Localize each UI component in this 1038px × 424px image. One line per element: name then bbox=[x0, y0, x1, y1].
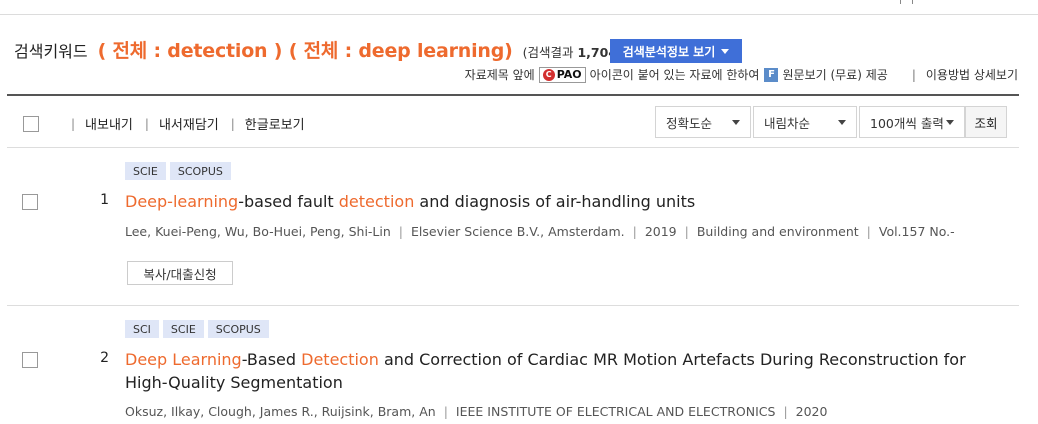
per-page-select[interactable]: 100개씩 출력 bbox=[859, 106, 965, 138]
view-korean-link[interactable]: 한글로보기 bbox=[245, 114, 305, 133]
index-badge: SCIE bbox=[125, 162, 166, 180]
notice-separator: | bbox=[911, 67, 916, 82]
result-authors: Lee, Kuei-Peng, Wu, Bo-Huei, Peng, Shi-L… bbox=[125, 224, 391, 239]
divider: | bbox=[783, 404, 788, 419]
pao-badge: C PAO bbox=[538, 66, 586, 83]
title-highlight: detection bbox=[338, 192, 415, 211]
per-page-value: 100개씩 출력 bbox=[870, 115, 944, 131]
divider: | bbox=[866, 224, 871, 239]
search-analysis-label: 검색분석정보 보기 bbox=[622, 44, 716, 59]
search-analysis-button[interactable]: 검색분석정보 보기 bbox=[610, 39, 742, 63]
sort-order-select[interactable]: 내림차순 bbox=[753, 106, 857, 138]
result-number: 1 bbox=[100, 192, 109, 208]
top-divider-mark bbox=[912, 0, 913, 4]
divider: | bbox=[443, 404, 448, 419]
caret-down-icon bbox=[721, 48, 730, 54]
title-highlight: Deep Learning bbox=[125, 350, 242, 369]
search-keyword-label: 검색키워드 bbox=[14, 42, 88, 61]
sort-order-value: 내림차순 bbox=[764, 115, 811, 131]
result-checkbox[interactable] bbox=[22, 194, 38, 210]
divider: | bbox=[632, 224, 637, 239]
result-title-link[interactable]: Deep Learning-Based Detection and Correc… bbox=[125, 348, 975, 394]
export-link[interactable]: 내보내기 bbox=[85, 114, 133, 133]
toolbar-actions: | 내보내기 | 내서재담기 | 한글로보기 bbox=[59, 114, 305, 134]
pao-notice: 자료제목 앞에 C PAO 아이콘이 붙어 있는 자료에 한하여 F 원문보기 (… bbox=[465, 66, 1018, 83]
free-fulltext-icon: F bbox=[764, 67, 779, 82]
title-text: -Based bbox=[241, 350, 302, 369]
divider: | bbox=[684, 224, 689, 239]
result-volume: Vol.157 No.- bbox=[878, 224, 955, 239]
chevron-down-icon bbox=[838, 120, 846, 125]
result-toolbar: | 내보내기 | 내서재담기 | 한글로보기 정확도순 내림차순 100개씩 출… bbox=[7, 94, 1019, 148]
search-button[interactable]: 조회 bbox=[965, 106, 1007, 138]
divider: | bbox=[144, 116, 149, 131]
divider: | bbox=[398, 224, 404, 239]
result-badges: SCIE SCOPUS bbox=[125, 162, 231, 180]
select-all-checkbox[interactable] bbox=[23, 116, 39, 132]
notice-prefix: 자료제목 앞에 bbox=[464, 68, 535, 82]
copy-loan-request-button[interactable]: 복사/대출신청 bbox=[127, 261, 233, 285]
result-meta: Oksuz, Ilkay, Clough, James R., Ruijsink… bbox=[125, 404, 827, 419]
result-year: 2019 bbox=[644, 224, 677, 239]
pao-logo-icon: C bbox=[542, 68, 555, 81]
index-badge: SCI bbox=[125, 320, 159, 338]
result-title-link[interactable]: Deep-learning-based fault detection and … bbox=[125, 190, 985, 213]
result-publisher: Elsevier Science B.V., Amsterdam. bbox=[411, 224, 625, 239]
index-badge: SCOPUS bbox=[207, 320, 269, 338]
result-meta: Lee, Kuei-Peng, Wu, Bo-Huei, Peng, Shi-L… bbox=[125, 224, 955, 239]
result-journal: Building and environment bbox=[696, 224, 859, 239]
pao-label: PAO bbox=[556, 68, 582, 81]
result-item: SCIE SCOPUS 1 Deep-learning-based fault … bbox=[7, 148, 1019, 306]
search-keyword-row: 검색키워드 ( 전체 : detection ) ( 전체 : deep lea… bbox=[14, 36, 637, 63]
result-checkbox[interactable] bbox=[22, 352, 38, 368]
index-badge: SCOPUS bbox=[169, 162, 231, 180]
title-text: and diagnosis of air-handling units bbox=[414, 192, 696, 211]
result-badges: SCI SCIE SCOPUS bbox=[125, 320, 269, 338]
notice-suffix: 원문보기 (무료) 제공 bbox=[782, 68, 888, 82]
sort-by-value: 정확도순 bbox=[666, 115, 713, 131]
result-publisher: IEEE INSTITUTE OF ELECTRICAL AND ELECTRO… bbox=[455, 404, 776, 419]
top-divider-mark bbox=[900, 0, 901, 4]
top-divider bbox=[0, 14, 1038, 15]
divider: | bbox=[71, 116, 76, 131]
search-query: ( 전체 : detection ) ( 전체 : deep learning) bbox=[97, 40, 513, 62]
result-year: 2020 bbox=[795, 404, 828, 419]
result-number: 2 bbox=[100, 350, 109, 366]
result-authors: Oksuz, Ilkay, Clough, James R., Ruijsink… bbox=[125, 404, 436, 419]
result-item: SCI SCIE SCOPUS 2 Deep Learning-Based De… bbox=[7, 306, 1019, 424]
title-highlight: Deep-learning bbox=[125, 192, 239, 211]
divider: | bbox=[230, 116, 235, 131]
index-badge: SCIE bbox=[162, 320, 204, 338]
chevron-down-icon bbox=[732, 120, 740, 125]
notice-middle: 아이콘이 붙어 있는 자료에 한하여 bbox=[589, 68, 760, 82]
usage-guide-link[interactable]: 이용방법 상세보기 bbox=[926, 66, 1018, 83]
save-to-library-link[interactable]: 내서재담기 bbox=[159, 114, 219, 133]
chevron-down-icon bbox=[946, 120, 954, 125]
title-text: -based fault bbox=[238, 192, 339, 211]
title-highlight: Detection bbox=[301, 350, 379, 369]
sort-by-select[interactable]: 정확도순 bbox=[655, 106, 751, 138]
